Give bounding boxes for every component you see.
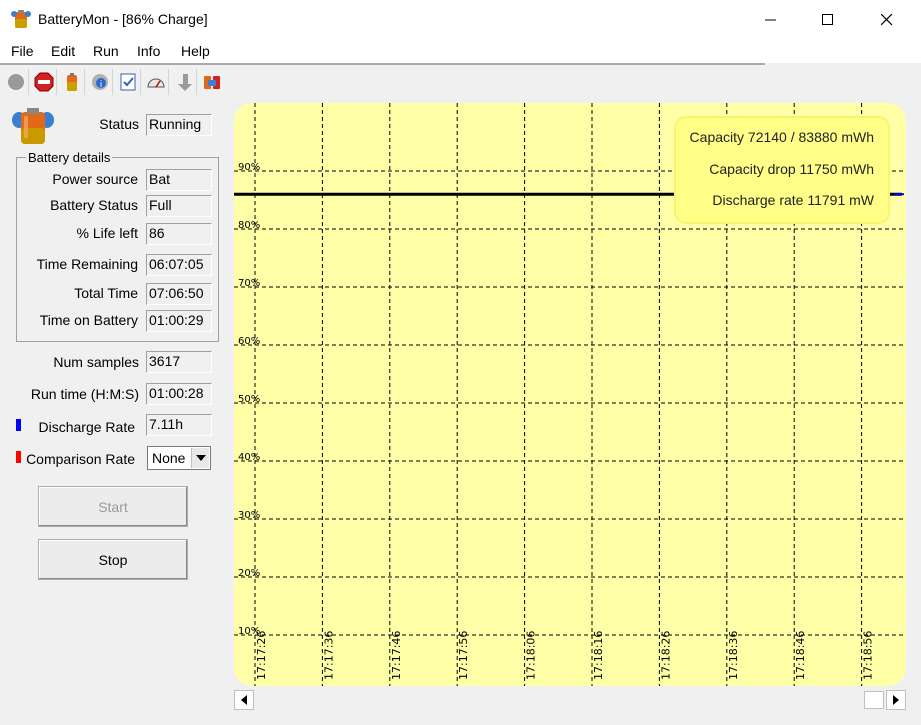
discharge-rate-swatch (16, 419, 21, 431)
legend-discharge-rate: Discharge rate 11791 mW (712, 192, 874, 208)
batteries-icon (204, 76, 220, 89)
power-source-label: Power source (52, 171, 138, 187)
chart-legend: Capacity 72140 / 83880 mWh Capacity drop… (674, 116, 890, 224)
menu-file[interactable]: File (11, 43, 34, 59)
status-battery-icon (12, 108, 54, 144)
y-tick-label: 50% (238, 394, 260, 405)
battery-status-label: Battery Status (50, 197, 138, 213)
toolbar-record-button[interactable] (3, 69, 29, 95)
toolbar-arrow-button[interactable] (171, 69, 197, 95)
gauge-icon (146, 78, 165, 88)
close-button[interactable] (860, 0, 914, 39)
x-tick-label: 17:18:16 (592, 631, 605, 680)
run-time-label: Run time (H:M:S) (30, 386, 139, 402)
menu-help[interactable]: Help (181, 43, 210, 59)
checklist-icon (120, 73, 135, 91)
dropdown-arrow[interactable] (191, 448, 209, 468)
toolbar-checklist-button[interactable] (115, 69, 141, 95)
stop-icon (34, 72, 53, 92)
status-label: Status (99, 116, 139, 132)
y-tick-label: 70% (238, 278, 260, 289)
minimize-icon (765, 19, 776, 20)
battery-status-value: Full (146, 195, 212, 217)
y-tick-label: 30% (238, 510, 260, 521)
toolbar-gauge-button[interactable] (143, 69, 169, 95)
toolbar-stop-button[interactable] (31, 69, 57, 95)
status-value: Running (146, 114, 212, 136)
minimize-button[interactable] (744, 0, 798, 39)
window-title: BatteryMon - [86% Charge] (38, 11, 208, 27)
x-tick-label: 17:17:56 (457, 631, 470, 680)
legend-capacity-drop: Capacity drop 11750 mWh (709, 161, 874, 177)
arrow-left-icon (241, 695, 247, 705)
life-left-value: 86 (146, 223, 212, 245)
record-icon (7, 74, 24, 90)
life-left-label: % Life left (76, 225, 138, 241)
comparison-rate-swatch (16, 451, 21, 463)
comparison-rate-select[interactable]: None (147, 446, 211, 470)
maximize-icon (822, 13, 833, 25)
menu-edit[interactable]: Edit (51, 43, 75, 59)
total-time-label: Total Time (74, 285, 138, 301)
stop-button[interactable]: Stop (38, 539, 188, 580)
x-tick-label: 17:18:06 (525, 631, 538, 680)
num-samples-value: 3617 (146, 351, 212, 373)
x-tick-label: 17:18:46 (794, 631, 807, 680)
scroll-right-button[interactable] (886, 690, 906, 710)
chart-scrollbar[interactable] (234, 690, 906, 710)
maximize-button[interactable] (801, 0, 855, 39)
menu-run[interactable]: Run (93, 43, 119, 59)
x-tick-label: 17:17:46 (390, 631, 403, 680)
svg-text:i: i (99, 80, 102, 90)
comparison-rate-label: Comparison Rate (26, 451, 135, 467)
x-tick-label: 17:18:56 (862, 631, 875, 680)
menu-info[interactable]: Info (137, 43, 160, 59)
chevron-down-icon (195, 455, 206, 461)
y-tick-label: 60% (238, 336, 260, 347)
title-bar: BatteryMon - [86% Charge] (0, 0, 921, 39)
discharge-rate-label: Discharge Rate (38, 419, 136, 435)
menu-bar: File Edit Run Info Help (0, 39, 921, 63)
toolbar-battery-button[interactable] (59, 69, 85, 95)
num-samples-label: Num samples (53, 354, 139, 370)
time-remaining-value: 06:07:05 (146, 254, 212, 276)
app-battery-icon (11, 10, 31, 28)
battery-details-title: Battery details (26, 150, 113, 165)
close-icon (881, 13, 893, 25)
discharge-rate-value: 7.11h (146, 414, 212, 436)
y-tick-label: 20% (238, 568, 260, 579)
legend-capacity: Capacity 72140 / 83880 mWh (689, 129, 874, 145)
power-source-value: Bat (146, 169, 212, 191)
arrow-down-icon (177, 74, 192, 91)
battery-icon (66, 73, 77, 91)
y-tick-label: 40% (238, 452, 260, 463)
total-time-value: 07:06:50 (146, 283, 212, 305)
run-time-value: 01:00:28 (146, 383, 212, 405)
x-tick-label: 17:18:26 (659, 631, 672, 680)
scroll-thumb[interactable] (864, 691, 884, 709)
info-gear-icon: i (91, 74, 108, 90)
start-button[interactable]: Start (38, 486, 188, 527)
toolbar-info-button[interactable]: i (87, 69, 113, 95)
time-remaining-label: Time Remaining (36, 256, 138, 272)
x-tick-label: 17:17:36 (322, 631, 335, 680)
toolbar: i (0, 65, 921, 99)
time-on-battery-label: Time on Battery (39, 312, 138, 328)
x-tick-label: 17:18:36 (727, 631, 740, 680)
comparison-rate-value: None (152, 450, 186, 466)
arrow-right-icon (893, 695, 899, 705)
battery-chart: 90% 80% 70% 60% 50% 40% 30% 20% 10% 17:17:26 17:17… (234, 103, 906, 686)
y-tick-label: 80% (238, 220, 260, 231)
y-tick-label: 90% (238, 162, 260, 173)
scroll-left-button[interactable] (234, 690, 254, 710)
toolbar-batteries-button[interactable] (199, 69, 225, 95)
x-tick-label: 17:17:26 (255, 631, 268, 680)
time-on-battery-value: 01:00:29 (146, 310, 212, 332)
